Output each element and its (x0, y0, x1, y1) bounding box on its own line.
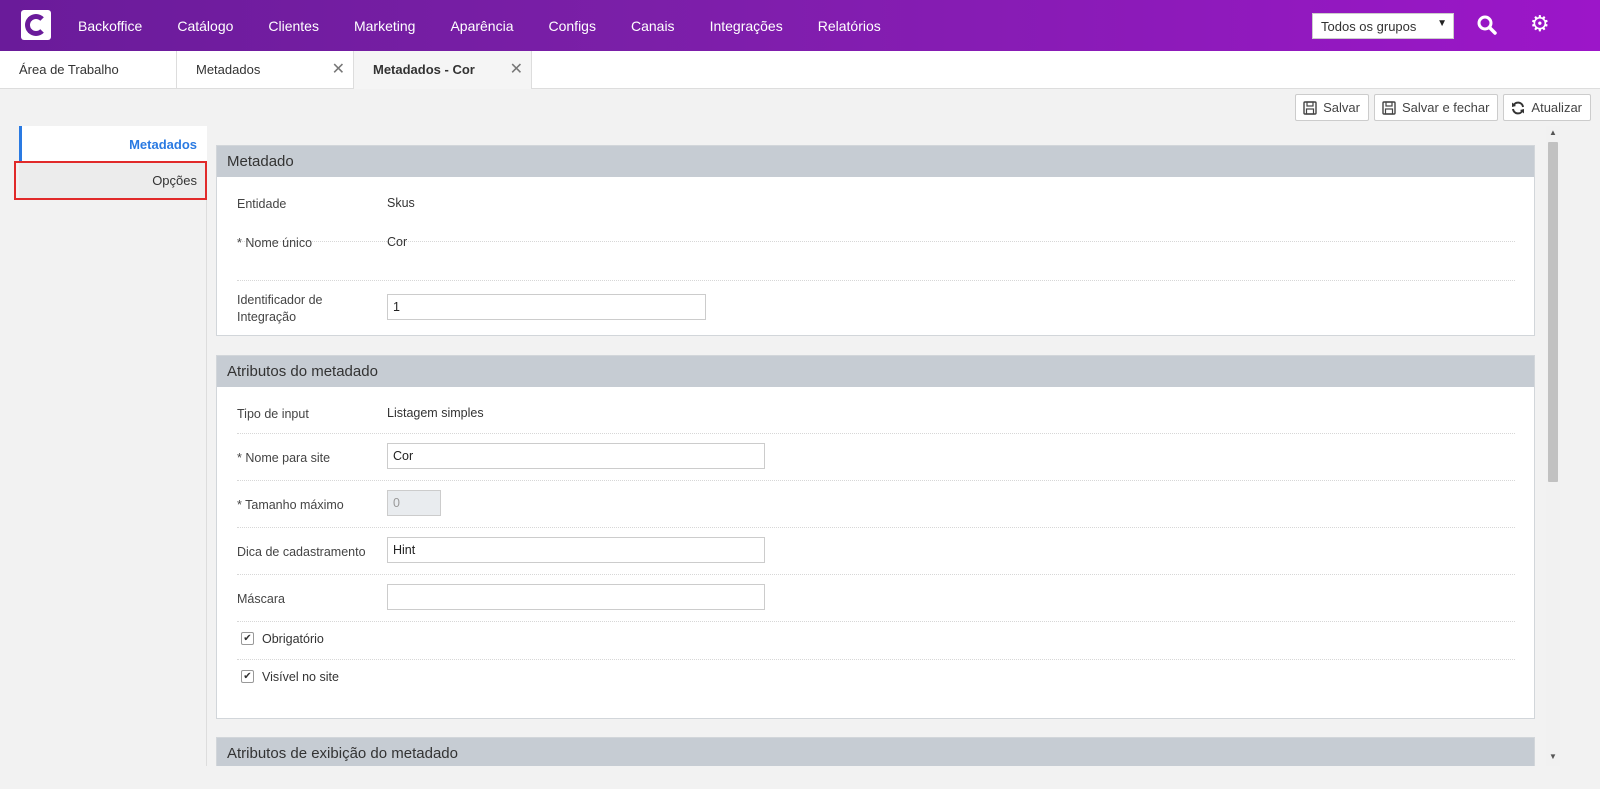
scrollbar[interactable]: ▲ ▼ (1546, 126, 1560, 766)
close-icon[interactable]: ✕ (332, 59, 345, 79)
panel-metadado: Metadado Entidade Skus * Nome único Cor … (216, 145, 1535, 336)
field-value: Listagem simples (387, 406, 484, 420)
scrollbar-thumb[interactable] (1548, 142, 1558, 482)
tab-label: Área de Trabalho (19, 62, 119, 77)
nome-site-input[interactable] (387, 443, 765, 469)
action-toolbar: Salvar Salvar e fechar Atualizar (1295, 94, 1591, 121)
mascara-input[interactable] (387, 584, 765, 610)
nav-item-aparencia[interactable]: Aparência (450, 18, 513, 34)
sidebar-item-metadados[interactable]: Metadados (19, 126, 207, 162)
logo-icon[interactable] (21, 10, 51, 40)
field-label: * Nome único (237, 236, 313, 250)
field-label: Identificador de Integração (237, 293, 323, 324)
field-label: * Tamanho máximo (237, 498, 344, 512)
main-content: Metadado Entidade Skus * Nome único Cor … (216, 126, 1546, 766)
floppy-disk-icon (1382, 100, 1396, 115)
field-nome-site: * Nome para site (237, 443, 1515, 481)
gear-icon[interactable]: ⚙ (1530, 13, 1550, 35)
save-button[interactable]: Salvar (1295, 94, 1369, 121)
refresh-icon (1512, 101, 1525, 114)
field-visivel: ✔ Visível no site (237, 670, 1515, 698)
save-and-close-button[interactable]: Salvar e fechar (1373, 94, 1499, 121)
tab-label: Metadados - Cor (373, 62, 475, 77)
nav-item-relatorios[interactable]: Relatórios (818, 18, 881, 34)
panel-atributos: Atributos do metadado Tipo de input List… (216, 355, 1535, 719)
field-mascara: Máscara (237, 584, 1515, 622)
main-nav: Backoffice Catálogo Clientes Marketing A… (78, 0, 916, 51)
group-select-value: Todos os grupos (1321, 19, 1417, 34)
scroll-down-arrow-icon[interactable]: ▼ (1546, 752, 1560, 764)
tab-bar: Área de Trabalho Metadados ✕ Metadados -… (0, 51, 1600, 89)
nav-item-configs[interactable]: Configs (549, 18, 596, 34)
field-label: Tipo de input (237, 407, 309, 421)
section-sidebar: Metadados Opções (19, 126, 207, 766)
panel-title: Metadado (217, 146, 1534, 177)
dica-input[interactable] (387, 537, 765, 563)
field-label: Entidade (237, 197, 287, 211)
floppy-disk-icon (1303, 100, 1317, 115)
tab-area-de-trabalho[interactable]: Área de Trabalho (0, 51, 177, 89)
panel-exibicao: Atributos de exibição do metadado (216, 737, 1535, 766)
nav-item-catalogo[interactable]: Catálogo (177, 18, 233, 34)
refresh-button[interactable]: Atualizar (1503, 94, 1591, 121)
field-value: Cor (387, 235, 408, 249)
field-nome-unico: * Nome único Cor (237, 235, 1515, 281)
group-select[interactable]: Todos os grupos ▼ (1312, 13, 1454, 39)
identificador-input[interactable] (387, 294, 706, 320)
tab-metadados[interactable]: Metadados ✕ (177, 51, 354, 89)
panel-title: Atributos de exibição do metadado (217, 738, 1534, 766)
tab-metadados-cor[interactable]: Metadados - Cor ✕ (354, 51, 532, 89)
field-label: Dica de cadastramento (237, 545, 366, 559)
field-label: Máscara (237, 592, 285, 606)
field-dica: Dica de cadastramento (237, 537, 1515, 575)
field-label: * Nome para site (237, 451, 331, 465)
field-obrigatorio: ✔ Obrigatório (237, 632, 1515, 660)
field-tipo-input: Tipo de input Listagem simples (237, 406, 1515, 434)
checkbox-label: Visível no site (262, 670, 339, 684)
refresh-button-label: Atualizar (1531, 100, 1582, 115)
tamanho-maximo-input (387, 490, 441, 516)
top-navbar: Backoffice Catálogo Clientes Marketing A… (0, 0, 1600, 51)
nav-item-backoffice[interactable]: Backoffice (78, 18, 142, 34)
field-value: Skus (387, 196, 415, 210)
nav-item-canais[interactable]: Canais (631, 18, 675, 34)
nav-item-integracoes[interactable]: Integrações (710, 18, 783, 34)
field-tamanho-maximo: * Tamanho máximo (237, 490, 1515, 528)
nav-item-clientes[interactable]: Clientes (268, 18, 319, 34)
close-icon[interactable]: ✕ (510, 59, 523, 79)
panel-title: Atributos do metadado (217, 356, 1534, 387)
visivel-checkbox[interactable]: ✔ (241, 670, 254, 683)
scroll-up-arrow-icon[interactable]: ▲ (1546, 128, 1560, 140)
field-identificador: Identificador de Integração (237, 292, 1515, 328)
search-icon[interactable] (1477, 15, 1497, 35)
checkbox-label: Obrigatório (262, 632, 324, 646)
save-button-label: Salvar (1323, 100, 1360, 115)
sidebar-item-opcoes[interactable]: Opções (19, 162, 207, 198)
tab-label: Metadados (196, 62, 261, 77)
obrigatorio-checkbox[interactable]: ✔ (241, 632, 254, 645)
save-and-close-button-label: Salvar e fechar (1401, 100, 1490, 115)
caret-down-icon: ▼ (1437, 18, 1447, 29)
nav-item-marketing[interactable]: Marketing (354, 18, 415, 34)
